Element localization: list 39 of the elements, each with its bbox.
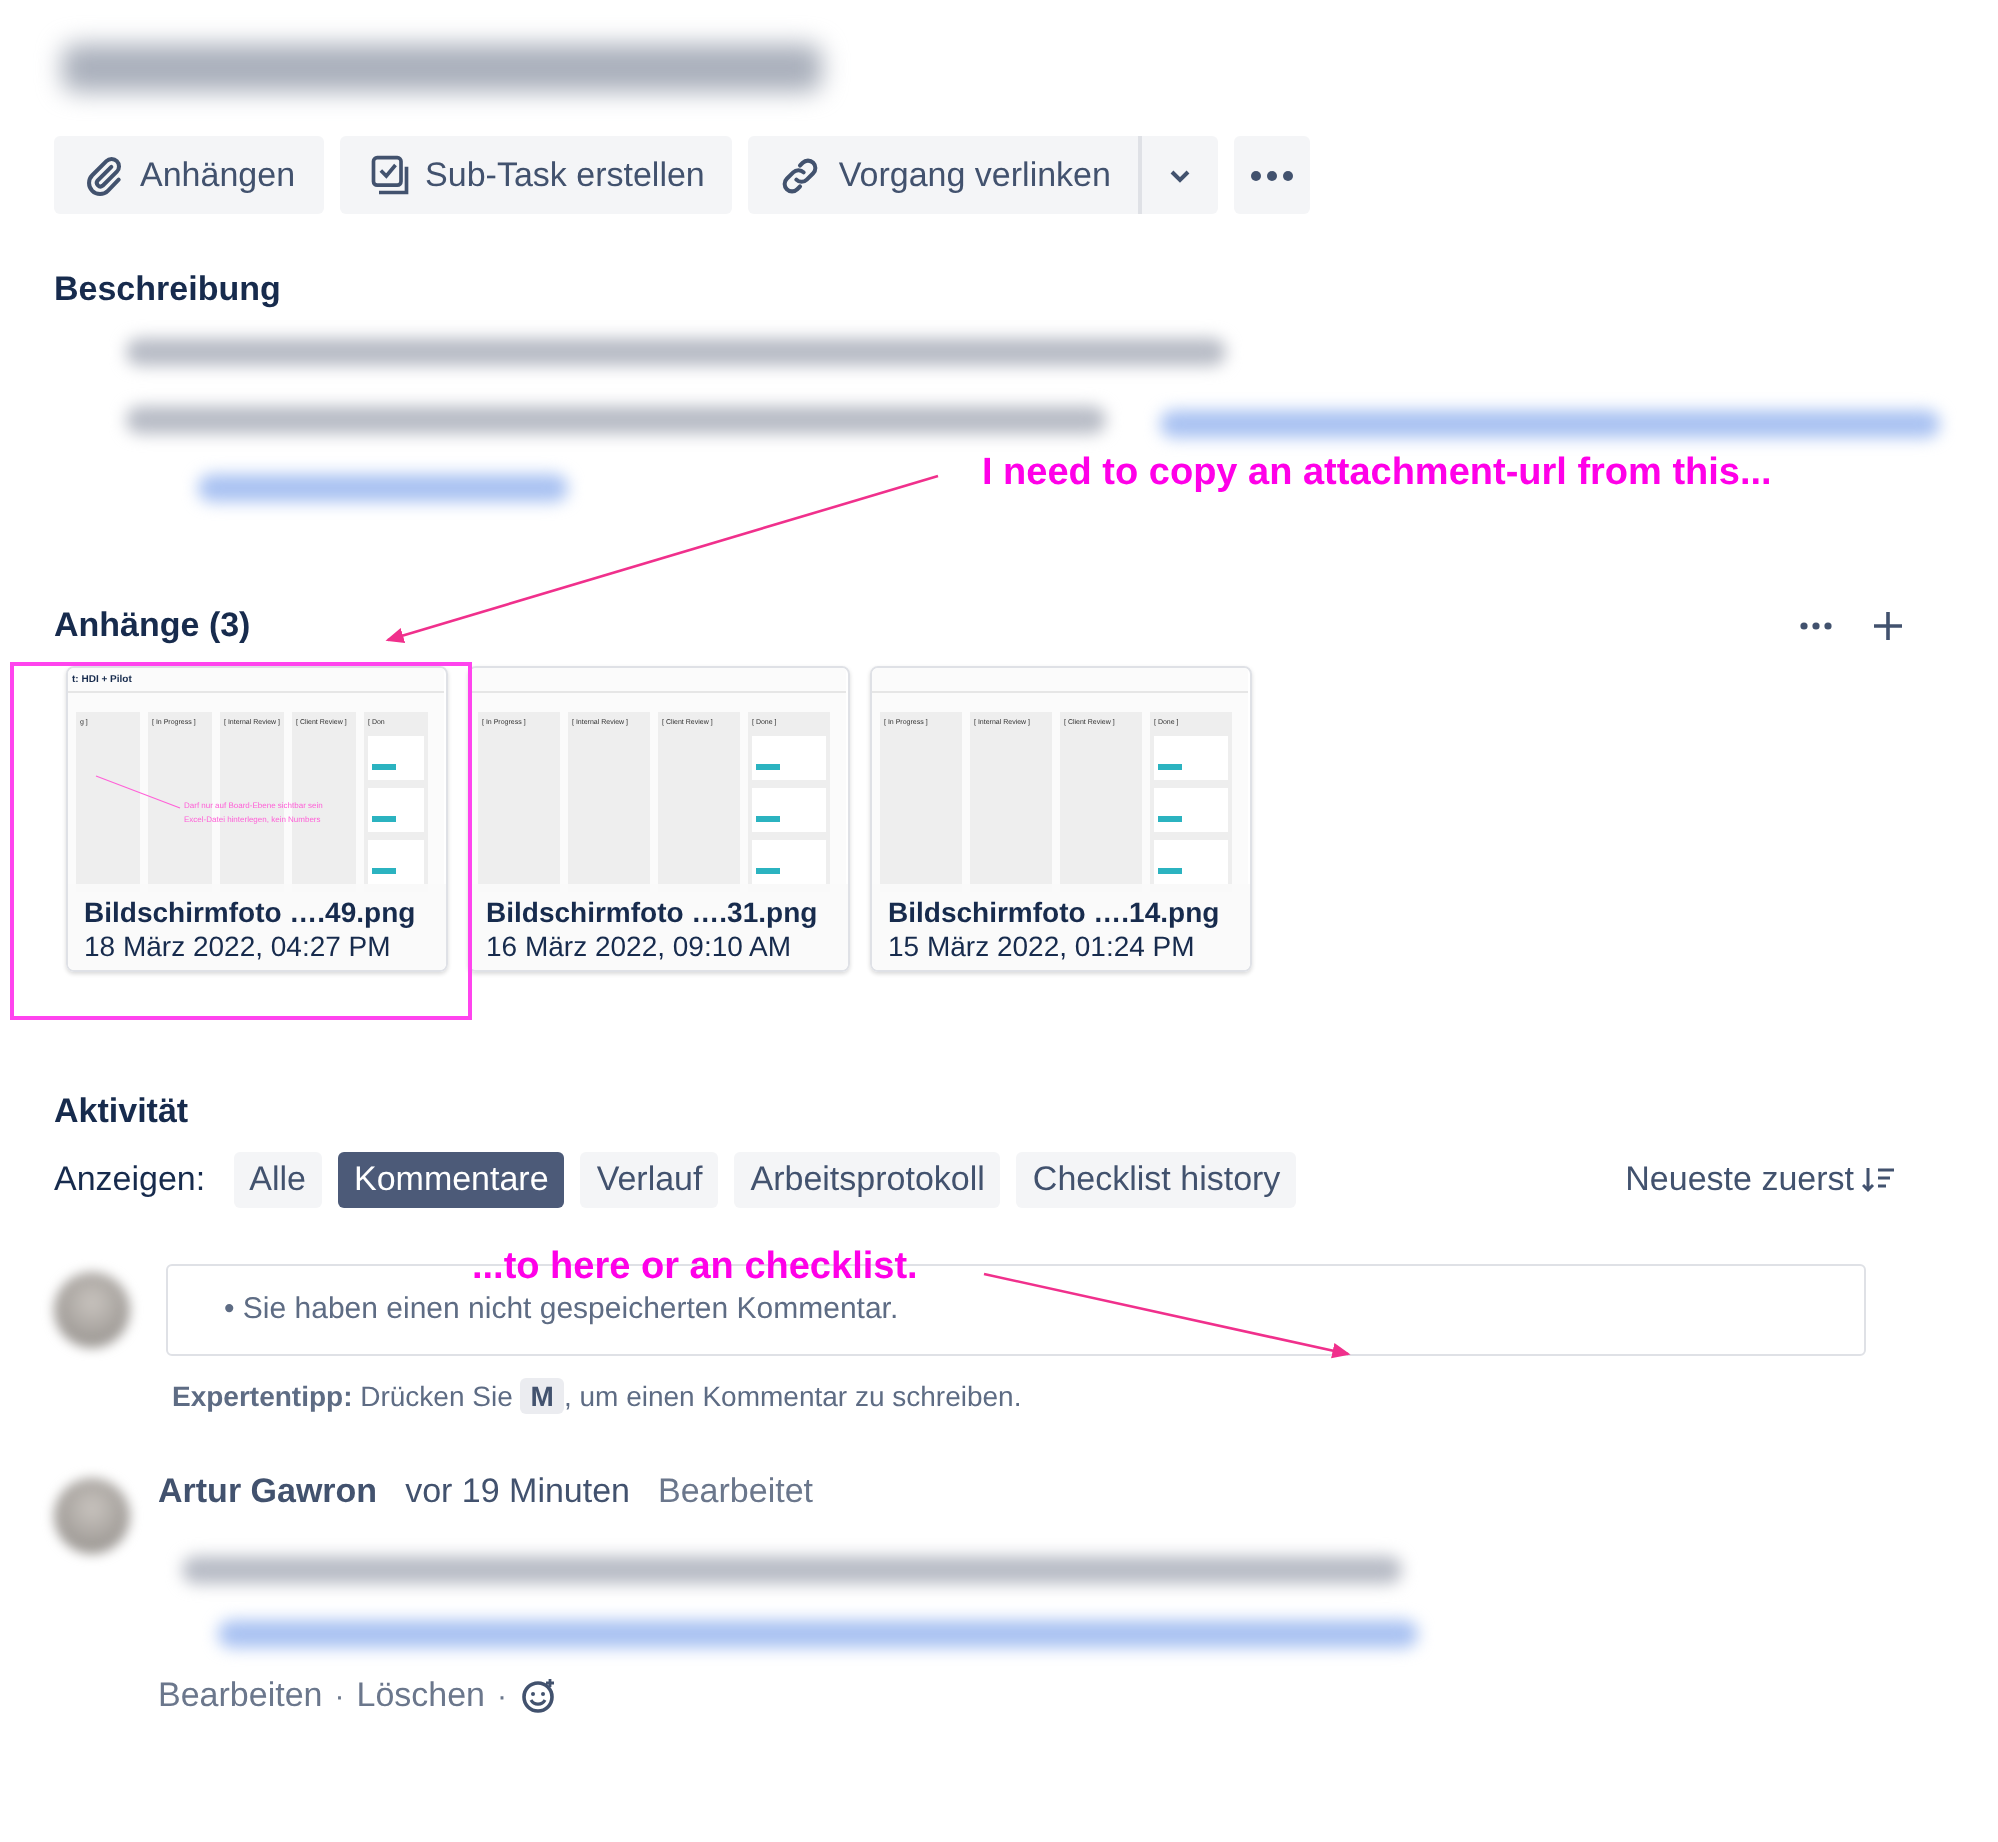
annotation-text: I need to copy an attachment-url from this... — [982, 452, 1772, 496]
filter-tab[interactable]: Verlauf — [580, 1152, 719, 1208]
toolbar-button[interactable]: Sub-Task erstellen — [339, 136, 733, 214]
file-date: 16 März 2022, 09:10 AM — [486, 930, 794, 962]
file-name: Bildschirmfoto ….14.png — [888, 896, 1222, 928]
avatar — [54, 1272, 130, 1348]
toolbar-button[interactable]: Vorgang verlinken — [748, 136, 1143, 214]
comment-action-link[interactable]: Löschen — [356, 1676, 486, 1716]
separator-dot: · — [497, 1679, 508, 1713]
emoji-icon[interactable] — [519, 1678, 556, 1714]
caret-icon — [1168, 167, 1193, 183]
sort-button[interactable]: Neueste zuerst — [1625, 1160, 1894, 1200]
separator-dot: · — [334, 1679, 345, 1713]
section-heading: Beschreibung — [54, 270, 283, 310]
paperclip-icon — [82, 153, 126, 197]
comment-time: vor 19 Minuten — [405, 1472, 631, 1512]
section-heading: Anhänge (3) — [54, 606, 251, 646]
file-date: 15 März 2022, 01:24 PM — [888, 930, 1197, 962]
file-date: 18 März 2022, 04:27 PM — [84, 930, 393, 962]
filter-tab[interactable]: Kommentare — [337, 1152, 565, 1208]
filter-tab[interactable]: Checklist history — [1016, 1152, 1297, 1208]
edited-label: Bearbeitet — [658, 1472, 814, 1512]
file-name: Bildschirmfoto ….31.png — [486, 896, 820, 928]
section-heading: Aktivität — [54, 1092, 191, 1132]
checkbox-icon — [367, 153, 412, 197]
tip-text: Expertentipp: Drücken Sie M , um einen Kommentar zu schreiben. — [172, 1378, 1024, 1414]
filter-label: Anzeigen: — [54, 1160, 206, 1200]
comment-action-link[interactable]: Bearbeiten — [158, 1676, 323, 1716]
more-icon[interactable] — [1800, 622, 1832, 630]
filter-tab[interactable]: Arbeitsprotokoll — [734, 1152, 1001, 1208]
file-name: Bildschirmfoto ….49.png — [84, 896, 418, 928]
toolbar-button[interactable]: Anhängen — [54, 136, 324, 214]
more-button[interactable] — [1234, 136, 1311, 214]
add-icon[interactable] — [1872, 610, 1904, 642]
author-name[interactable]: Artur Gawron — [158, 1472, 378, 1512]
sort-icon — [1862, 1166, 1894, 1194]
avatar — [54, 1478, 130, 1554]
more-icon — [1250, 169, 1295, 181]
filter-tab[interactable]: Alle — [233, 1152, 322, 1208]
